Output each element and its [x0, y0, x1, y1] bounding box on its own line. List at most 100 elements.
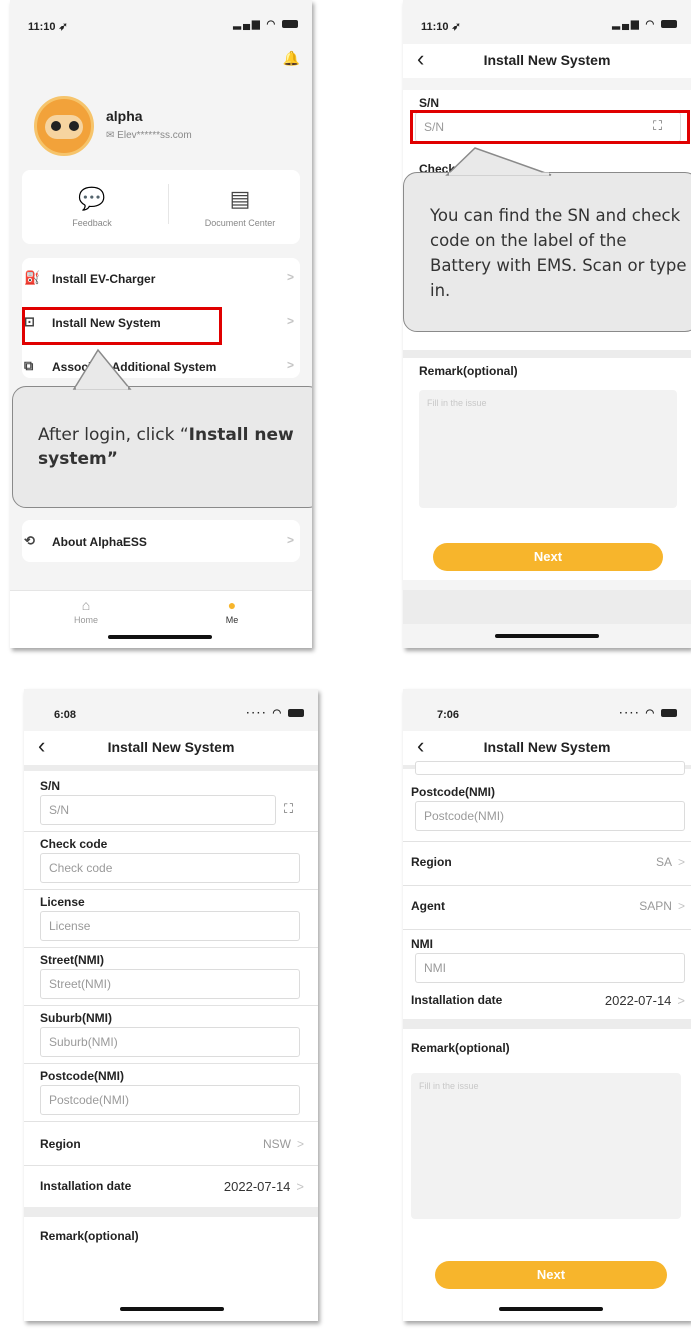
screen-me-page: 11:10 ➶ ▂▄▆ ◠ 🔔 alpha ✉ Elev******ss.com… — [10, 0, 312, 648]
tab-home[interactable]: ⌂ Home — [56, 597, 116, 625]
home-indicator — [495, 634, 599, 638]
previous-input-edge[interactable] — [415, 761, 685, 775]
region-value: SA > — [655, 855, 685, 869]
callout-pointer — [72, 348, 132, 390]
chevron-right-icon: > — [286, 358, 294, 372]
check-code-input[interactable]: Check code — [40, 853, 300, 883]
license-label: License — [40, 895, 85, 909]
status-time: 11:10 ➶ — [28, 21, 68, 33]
callout-pointer — [445, 147, 552, 176]
bell-icon[interactable]: 🔔 — [283, 50, 300, 67]
home-indicator — [120, 1307, 224, 1311]
highlight-box — [22, 307, 222, 345]
installation-date-value: 2022-07-14 > — [604, 993, 685, 1008]
document-center-label: Document Center — [204, 218, 276, 228]
sn-input[interactable]: S/N — [40, 795, 276, 825]
status-icons: ▂▄▆ ◠ — [233, 19, 298, 30]
screen-install-sn: 11:10 ➶ ▂▄▆ ◠ ‹ Install New System S/N S… — [403, 0, 691, 648]
nmi-label: NMI — [411, 937, 433, 951]
status-bar: 11:10 ➶ ▂▄▆ ◠ — [10, 0, 312, 42]
remark-label: Remark(optional) — [419, 364, 518, 378]
check-code-label: Check code — [40, 837, 108, 851]
screen-install-form-sa: 7:06 ···· ◠ ‹ Install New System Postcod… — [403, 689, 691, 1321]
document-icon: ▤ — [229, 186, 251, 211]
street-label: Street(NMI) — [40, 953, 105, 967]
installation-date-label: Installation date — [411, 993, 503, 1007]
status-bar: 11:10 ➶ ▂▄▆ ◠ — [403, 0, 691, 42]
postcode-input[interactable]: Postcode(NMI) — [415, 801, 685, 831]
avatar[interactable] — [34, 96, 94, 156]
nav-header: ‹ Install New System — [24, 731, 318, 765]
remark-label: Remark(optional) — [411, 1041, 510, 1055]
chevron-right-icon: > — [296, 1179, 304, 1194]
status-time: 6:08 — [54, 709, 77, 721]
menu-associate-additional-system[interactable]: ⧉ Associate Additional System > — [10, 347, 312, 385]
region-label: Region — [40, 1137, 81, 1151]
page-title: Install New System — [483, 52, 611, 68]
status-time: 11:10 ➶ — [421, 21, 461, 33]
nav-header: ‹ Install New System — [403, 44, 691, 78]
status-bar: 7:06 ···· ◠ — [403, 689, 691, 731]
sn-label: S/N — [419, 96, 440, 110]
installation-date-label: Installation date — [40, 1179, 132, 1193]
callout-text: After login, click “Install new system” — [38, 425, 294, 469]
postcode-label: Postcode(NMI) — [411, 785, 495, 799]
associate-icon: ⧉ — [24, 358, 34, 373]
tab-me[interactable]: ● Me — [202, 597, 262, 625]
postcode-input[interactable]: Postcode(NMI) — [40, 1085, 300, 1115]
status-icons: ▂▄▆ ◠ — [612, 19, 677, 30]
nav-header: ‹ Install New System — [403, 731, 691, 765]
feedback-icon: 💬 — [78, 186, 106, 211]
about-icon: ⟲ — [24, 533, 35, 548]
home-indicator — [499, 1307, 603, 1311]
screen-install-form-nsw: 6:08 ···· ◠ ‹ Install New System S/N S/N… — [24, 689, 318, 1321]
chevron-right-icon: > — [677, 993, 685, 1008]
remark-textarea[interactable]: Fill in the issue — [411, 1073, 681, 1219]
region-value: NSW > — [262, 1137, 304, 1151]
quick-actions-card: 💬 Feedback ▤ Document Center — [22, 170, 300, 244]
scan-icon[interactable]: ⛶ — [284, 801, 293, 817]
home-indicator — [108, 635, 212, 639]
agent-value: SAPN > — [639, 899, 685, 913]
remark-textarea[interactable]: Fill in the issue — [419, 390, 677, 508]
menu-install-ev-charger[interactable]: ⛽ Install EV-Charger > — [10, 259, 312, 297]
page-title: Install New System — [483, 739, 611, 755]
chevron-right-icon: > — [286, 314, 294, 328]
suburb-label: Suburb(NMI) — [40, 1011, 112, 1025]
menu-about-alphaess[interactable]: ⟲ About AlphaESS > — [10, 522, 312, 560]
postcode-label: Postcode(NMI) — [40, 1069, 124, 1083]
agent-label: Agent — [411, 899, 445, 913]
status-icons: ···· ◠ — [246, 708, 304, 719]
nmi-input[interactable]: NMI — [415, 953, 685, 983]
user-email: ✉ Elev******ss.com — [106, 130, 192, 141]
feedback-button[interactable]: 💬 Feedback — [62, 186, 122, 228]
document-center-button[interactable]: ▤ Document Center — [192, 186, 288, 228]
next-button[interactable]: Next — [433, 543, 663, 571]
status-icons: ···· ◠ — [619, 708, 677, 719]
chevron-right-icon: > — [677, 855, 685, 869]
remark-label: Remark(optional) — [40, 1229, 139, 1243]
callout-text: You can find the SN and check code on th… — [430, 206, 687, 300]
chevron-right-icon: > — [286, 533, 294, 547]
home-icon: ⌂ — [81, 597, 91, 613]
street-input[interactable]: Street(NMI) — [40, 969, 300, 999]
chevron-right-icon: > — [677, 899, 685, 913]
license-input[interactable]: License — [40, 911, 300, 941]
ev-charger-icon: ⛽ — [24, 270, 41, 285]
user-name: alpha — [106, 108, 143, 124]
feedback-label: Feedback — [72, 218, 112, 228]
me-icon: ● — [227, 597, 237, 613]
status-time: 7:06 — [437, 709, 460, 721]
next-button[interactable]: Next — [435, 1261, 667, 1289]
sn-label: S/N — [40, 779, 61, 793]
chevron-right-icon: > — [296, 1137, 304, 1151]
chevron-right-icon: > — [286, 270, 294, 284]
page-title: Install New System — [107, 739, 235, 755]
highlight-box — [410, 110, 690, 144]
status-bar: 6:08 ···· ◠ — [24, 689, 318, 731]
region-label: Region — [411, 855, 452, 869]
installation-date-value: 2022-07-14 > — [223, 1179, 304, 1194]
suburb-input[interactable]: Suburb(NMI) — [40, 1027, 300, 1057]
tab-bar: ⌂ Home ● Me — [10, 590, 312, 648]
mail-icon: ✉ — [106, 130, 118, 141]
